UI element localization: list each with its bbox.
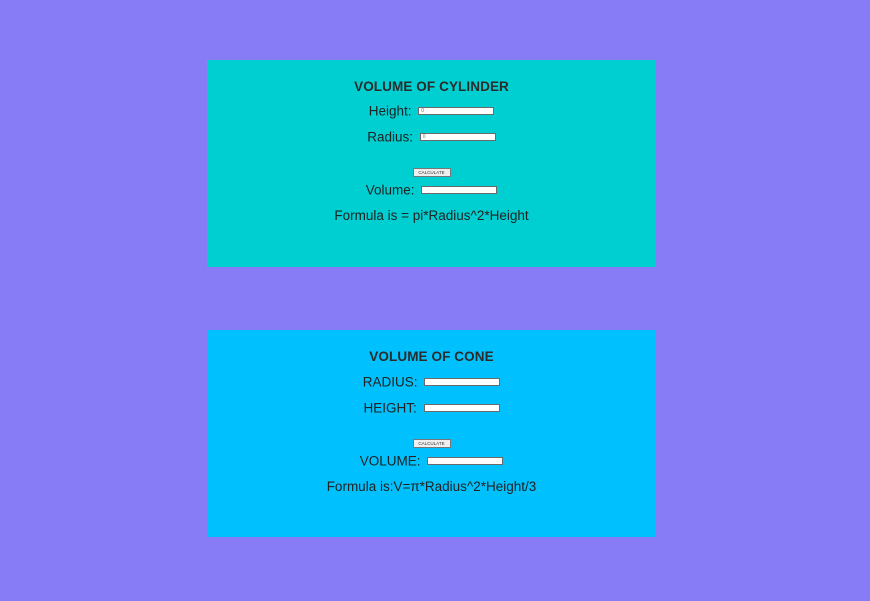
cone-volume-output[interactable] — [427, 457, 504, 466]
cylinder-height-label: Height: — [368, 103, 412, 119]
cylinder-formula: Formula is = pi*Radius^2*Height — [334, 208, 529, 223]
cylinder-panel: VOLUME OF CYLINDER Height: 0 Radius: 0 C… — [207, 60, 656, 267]
cone-height-input[interactable] — [423, 404, 500, 413]
cylinder-volume-label: Volume: — [365, 182, 415, 198]
cone-title: VOLUME OF CONE — [369, 349, 494, 364]
cylinder-height-input[interactable]: 0 — [418, 107, 495, 116]
cone-panel: VOLUME OF CONE RADIUS: HEIGHT: CALCULATE… — [207, 330, 656, 537]
cylinder-radius-input[interactable]: 0 — [419, 133, 496, 142]
cone-button-row: CALCULATE — [207, 432, 656, 450]
cone-radius-row: RADIUS: — [207, 374, 656, 390]
cylinder-radius-label: Radius: — [367, 129, 413, 145]
cylinder-volume-row: Volume: — [207, 182, 656, 198]
cylinder-radius-row: Radius: 0 — [207, 129, 656, 145]
cylinder-height-row: Height: 0 — [207, 103, 656, 119]
cylinder-calculate-button[interactable]: CALCULATE — [412, 168, 451, 177]
cone-height-label: HEIGHT: — [363, 400, 417, 416]
cone-radius-input[interactable] — [424, 378, 501, 387]
cylinder-button-row: CALCULATE — [207, 161, 656, 179]
cylinder-volume-output[interactable] — [421, 186, 498, 195]
cone-volume-row: VOLUME: — [207, 453, 656, 469]
cone-radius-label: RADIUS: — [362, 374, 418, 390]
cone-formula: Formula is:V=π*Radius^2*Height/3 — [326, 479, 537, 494]
cone-calculate-button[interactable]: CALCULATE — [412, 439, 451, 448]
cylinder-title: VOLUME OF CYLINDER — [354, 79, 509, 94]
cone-height-row: HEIGHT: — [207, 400, 656, 416]
cone-volume-label: VOLUME: — [359, 453, 421, 469]
